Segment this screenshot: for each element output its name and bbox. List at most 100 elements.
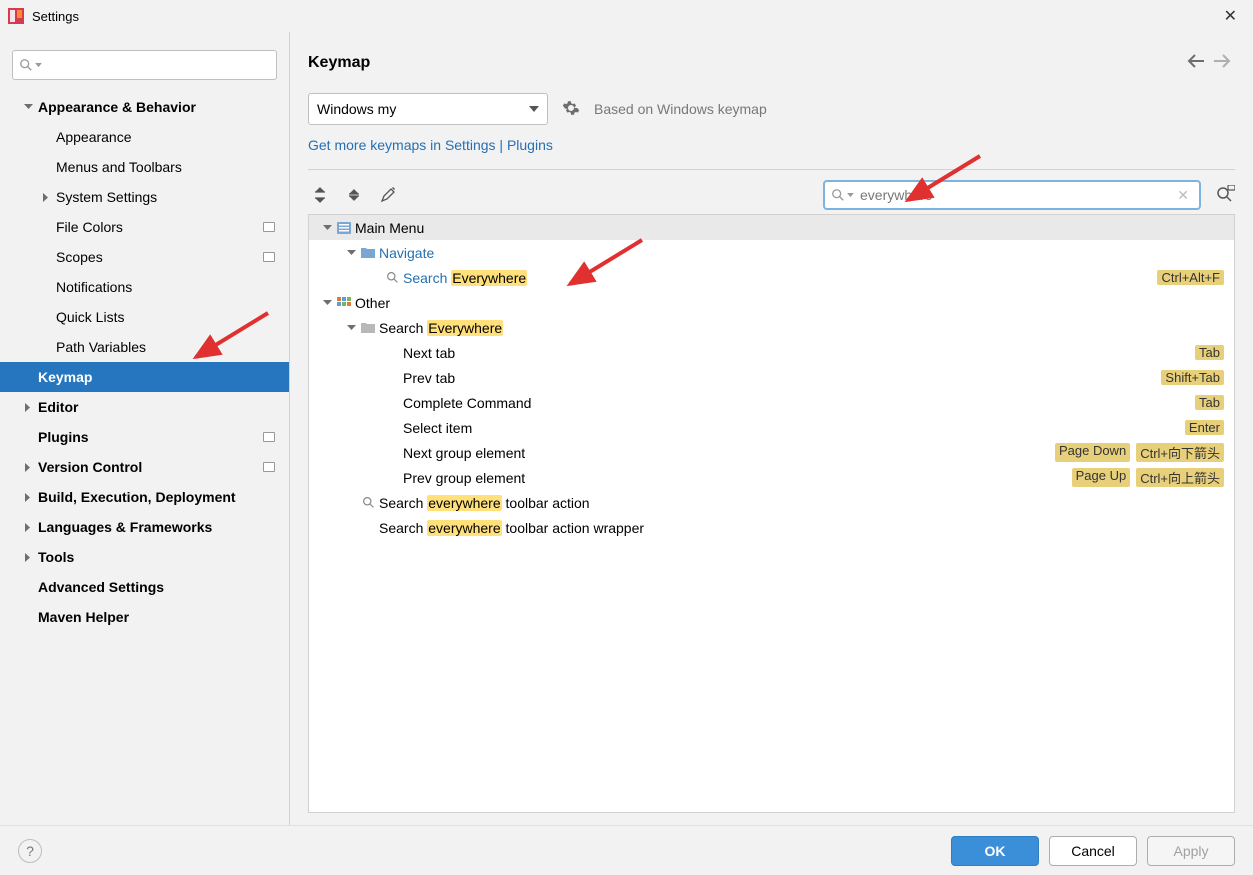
chevron-down-icon: [847, 193, 854, 198]
sidebar-item-label: Keymap: [38, 369, 92, 385]
chevron-down-icon[interactable]: [343, 325, 359, 331]
find-by-shortcut-button[interactable]: [1215, 185, 1235, 206]
chevron-down-icon[interactable]: [319, 300, 335, 306]
main-panel: Keymap Windows my Based on Windows keyma…: [290, 32, 1253, 825]
action-search[interactable]: ✕: [823, 180, 1201, 210]
sidebar-search-input[interactable]: [46, 58, 270, 73]
sidebar-item-version-control[interactable]: Version Control: [0, 452, 289, 482]
tree-row[interactable]: ·Next tabTab: [309, 340, 1234, 365]
apply-button[interactable]: Apply: [1147, 836, 1235, 866]
action-search-input[interactable]: [860, 187, 1173, 203]
tree-row-label: Next tab: [403, 345, 1195, 361]
project-badge-icon: [263, 252, 275, 262]
forward-button[interactable]: [1209, 50, 1235, 75]
tree-row-label: Prev tab: [403, 370, 1161, 386]
tree-row-label: Navigate: [379, 245, 1224, 261]
tree-row[interactable]: ·Search everywhere toolbar action: [309, 490, 1234, 515]
ok-button[interactable]: OK: [951, 836, 1039, 866]
shortcuts: Tab: [1195, 345, 1224, 360]
titlebar: Settings ✕: [0, 0, 1253, 32]
search-icon: [359, 496, 377, 509]
plugins-link[interactable]: Get more keymaps in Settings | Plugins: [308, 137, 553, 153]
sidebar-item-editor[interactable]: Editor: [0, 392, 289, 422]
sidebar-item-tools[interactable]: Tools: [0, 542, 289, 572]
close-icon[interactable]: ✕: [1216, 6, 1245, 26]
folder-icon: [359, 322, 377, 333]
tree-row[interactable]: Search Everywhere: [309, 315, 1234, 340]
project-badge-icon: [263, 432, 275, 442]
sidebar-item-label: Languages & Frameworks: [38, 519, 212, 535]
tree-row-label: Select item: [403, 420, 1185, 436]
tree-row-label: Next group element: [403, 445, 1055, 461]
edit-action-button[interactable]: [376, 183, 400, 207]
sidebar-item-label: Scopes: [56, 249, 103, 265]
sidebar-item-label: Maven Helper: [38, 609, 129, 625]
shortcut-badge: Ctrl+向下箭头: [1136, 443, 1224, 462]
based-on-label: Based on Windows keymap: [594, 101, 767, 117]
shortcuts: Enter: [1185, 420, 1224, 435]
keymap-select[interactable]: Windows my: [308, 93, 548, 125]
sidebar-item-appearance[interactable]: Appearance: [0, 122, 289, 152]
collapse-all-button[interactable]: [342, 183, 366, 207]
chevron-down-icon[interactable]: [319, 225, 335, 231]
help-button[interactable]: ?: [18, 839, 42, 863]
sidebar-item-label: Appearance: [56, 129, 132, 145]
sidebar-item-languages-frameworks[interactable]: Languages & Frameworks: [0, 512, 289, 542]
shortcuts: Shift+Tab: [1161, 370, 1224, 385]
chevron-right-icon: [20, 463, 36, 472]
shortcut-badge: Tab: [1195, 395, 1224, 410]
other-icon: [335, 297, 353, 309]
tree-row-label: Complete Command: [403, 395, 1195, 411]
tree-row[interactable]: ·Prev group elementPage UpCtrl+向上箭头: [309, 465, 1234, 490]
tree-row[interactable]: ·Search EverywhereCtrl+Alt+F: [309, 265, 1234, 290]
shortcuts: Tab: [1195, 395, 1224, 410]
action-tree[interactable]: Main Menu Navigate ·Search EverywhereCtrl+…: [308, 214, 1235, 813]
sidebar-item-menus-and-toolbars[interactable]: Menus and Toolbars: [0, 152, 289, 182]
shortcut-badge: Shift+Tab: [1161, 370, 1224, 385]
menu-icon: [335, 222, 353, 234]
sidebar-item-file-colors[interactable]: File Colors: [0, 212, 289, 242]
sidebar-item-plugins[interactable]: ·Plugins: [0, 422, 289, 452]
tree-row[interactable]: Navigate: [309, 240, 1234, 265]
tree-row[interactable]: ·Prev tabShift+Tab: [309, 365, 1234, 390]
sidebar-item-system-settings[interactable]: System Settings: [0, 182, 289, 212]
sidebar-item-notifications[interactable]: Notifications: [0, 272, 289, 302]
tree-row-label: Search Everywhere: [403, 270, 1157, 286]
chevron-down-icon: [35, 63, 42, 68]
back-button[interactable]: [1183, 50, 1209, 75]
sidebar-item-label: Build, Execution, Deployment: [38, 489, 236, 505]
tree-row[interactable]: ·Search everywhere toolbar action wrappe…: [309, 515, 1234, 540]
toolbar: ✕: [308, 169, 1235, 210]
sidebar-item-build-execution-deployment[interactable]: Build, Execution, Deployment: [0, 482, 289, 512]
expand-all-button[interactable]: [308, 183, 332, 207]
tree-row[interactable]: ·Select itemEnter: [309, 415, 1234, 440]
tree-row-label: Search everywhere toolbar action: [379, 495, 1224, 511]
sidebar-item-appearance-behavior[interactable]: Appearance & Behavior: [0, 92, 289, 122]
sidebar-item-maven-helper[interactable]: ·Maven Helper: [0, 602, 289, 632]
tree-row-label: Prev group element: [403, 470, 1072, 486]
search-icon: [19, 58, 33, 72]
shortcuts: Page Down Ctrl+向下箭头: [1055, 443, 1224, 462]
tree-row[interactable]: Main Menu: [309, 215, 1234, 240]
sidebar-item-advanced-settings[interactable]: ·Advanced Settings: [0, 572, 289, 602]
search-icon: [831, 188, 845, 202]
sidebar-item-keymap[interactable]: ·Keymap: [0, 362, 289, 392]
sidebar-item-scopes[interactable]: Scopes: [0, 242, 289, 272]
sidebar: Appearance & Behavior Appearance Menus and…: [0, 32, 290, 825]
sidebar-item-quick-lists[interactable]: Quick Lists: [0, 302, 289, 332]
chevron-down-icon[interactable]: [343, 250, 359, 256]
sidebar-search[interactable]: [12, 50, 277, 80]
footer: ? OK Cancel Apply: [0, 825, 1253, 875]
tree-row[interactable]: ·Complete CommandTab: [309, 390, 1234, 415]
shortcut-badge: Ctrl+Alt+F: [1157, 270, 1224, 285]
tree-row[interactable]: ·Next group elementPage DownCtrl+向下箭头: [309, 440, 1234, 465]
page-title: Keymap: [308, 54, 1183, 72]
clear-search-icon[interactable]: ✕: [1173, 187, 1193, 204]
shortcuts: Page UpCtrl+向上箭头: [1072, 468, 1224, 487]
tree-row[interactable]: Other: [309, 290, 1234, 315]
shortcut-badge: Page Down: [1055, 443, 1130, 462]
gear-icon[interactable]: [562, 99, 580, 120]
chevron-right-icon: [20, 403, 36, 412]
cancel-button[interactable]: Cancel: [1049, 836, 1137, 866]
sidebar-item-path-variables[interactable]: Path Variables: [0, 332, 289, 362]
